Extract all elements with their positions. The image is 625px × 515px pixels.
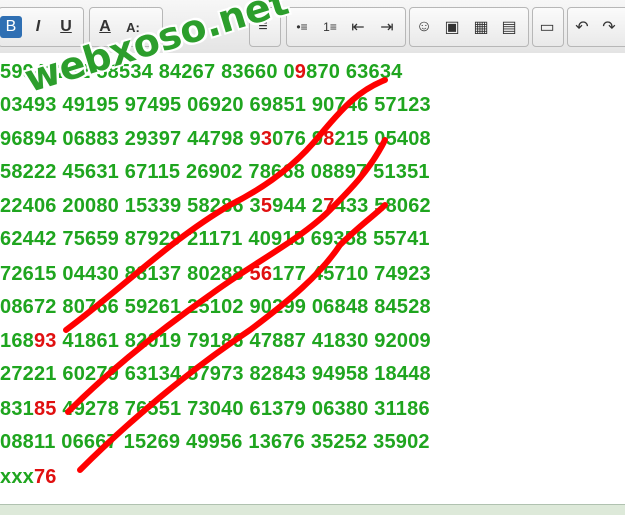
red-stroke-3 [77,202,388,473]
red-stroke-2 [65,137,388,415]
status-bar [0,505,625,515]
